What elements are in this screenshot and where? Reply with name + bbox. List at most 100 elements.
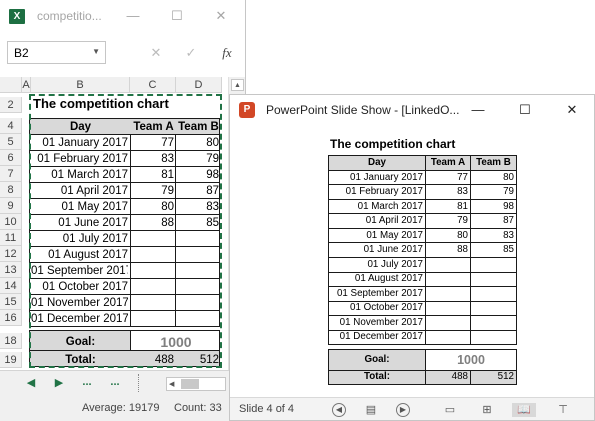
row-header-13[interactable]: 13 — [0, 262, 22, 278]
row-header-16[interactable]: 16 — [0, 310, 22, 326]
excel-team-b-cell[interactable] — [176, 311, 219, 327]
excel-team-b-cell[interactable]: 85 — [176, 215, 219, 231]
row-header-12[interactable]: 12 — [0, 246, 22, 262]
excel-team-a-cell[interactable]: 80 — [131, 199, 174, 215]
excel-total-team-b[interactable]: 512 — [176, 352, 219, 368]
excel-day-cell[interactable]: 01 January 2017 — [31, 135, 128, 151]
more-sheets-left[interactable]: ... — [80, 376, 94, 388]
excel-header-day[interactable]: Day — [31, 119, 130, 135]
excel-team-a-cell[interactable] — [131, 279, 174, 295]
chevron-down-icon[interactable]: ▼ — [92, 47, 100, 56]
previous-slide-icon[interactable]: ◀ — [332, 403, 346, 417]
powerpoint-close-button[interactable]: ✕ — [563, 102, 581, 118]
excel-minimize-button[interactable]: — — [124, 8, 142, 24]
more-sheets-right[interactable]: ... — [108, 376, 122, 388]
excel-restore-button[interactable]: ☐ — [168, 8, 186, 24]
excel-goal-label[interactable]: Goal: — [31, 333, 130, 352]
name-box[interactable]: B2 ▼ — [7, 41, 106, 64]
excel-team-b-cell[interactable]: 87 — [176, 183, 219, 199]
insert-function-button[interactable]: fx — [218, 44, 236, 62]
excel-team-a-cell[interactable]: 77 — [131, 135, 174, 151]
excel-team-b-cell[interactable]: 98 — [176, 167, 219, 183]
excel-team-b-cell[interactable] — [176, 247, 219, 263]
scroll-up-icon[interactable]: ▲ — [231, 79, 244, 91]
excel-team-a-cell[interactable] — [131, 231, 174, 247]
row-header-18[interactable]: 18 — [0, 333, 22, 349]
excel-day-cell[interactable]: 01 May 2017 — [31, 199, 129, 215]
slide-day-cell: 01 March 2017 — [357, 200, 423, 212]
excel-team-a-cell[interactable] — [131, 247, 174, 263]
excel-day-cell[interactable]: 01 February 2017 — [31, 151, 128, 167]
excel-total-team-a[interactable]: 488 — [131, 352, 174, 368]
column-header-d[interactable]: D — [176, 77, 222, 93]
powerpoint-restore-button[interactable]: ☐ — [516, 102, 534, 118]
excel-team-b-cell[interactable]: 80 — [176, 135, 219, 151]
excel-team-a-cell[interactable]: 83 — [131, 151, 174, 167]
excel-team-a-cell[interactable] — [131, 295, 174, 311]
cancel-formula-button[interactable]: ✕ — [147, 44, 165, 62]
column-header-c[interactable]: C — [130, 77, 176, 93]
excel-day-cell[interactable]: 01 November 2017 — [31, 295, 128, 311]
row-header-11[interactable]: 11 — [0, 230, 22, 246]
excel-team-b-cell[interactable] — [176, 231, 219, 247]
next-sheet-icon[interactable]: ▶ — [52, 376, 66, 389]
excel-team-a-cell[interactable] — [131, 263, 174, 279]
excel-header-team-a[interactable]: Team A — [131, 119, 176, 135]
excel-goal-value[interactable]: 1000 — [131, 331, 221, 353]
excel-day-cell[interactable]: 01 December 2017 — [31, 311, 128, 327]
slide-show-icon[interactable]: ⊤ — [554, 403, 572, 417]
excel-day-cell[interactable]: 01 August 2017 — [31, 247, 128, 263]
excel-close-button[interactable]: ✕ — [212, 8, 230, 24]
row-header-4[interactable]: 4 — [0, 118, 22, 134]
slide-menu-icon[interactable]: ▤ — [362, 403, 380, 417]
excel-day-cell[interactable]: 01 July 2017 — [31, 231, 128, 247]
excel-status-bar: Average: 19179 Count: 33 — [0, 396, 245, 421]
excel-day-cell[interactable]: 01 September 2017 — [31, 263, 128, 279]
horizontal-scroll-thumb[interactable] — [181, 379, 199, 389]
excel-day-cell[interactable]: 01 April 2017 — [31, 183, 128, 199]
row-header-8[interactable]: 8 — [0, 182, 22, 198]
excel-chart-title[interactable]: The competition chart — [33, 96, 169, 112]
scroll-left-icon[interactable]: ◀ — [169, 380, 174, 388]
powerpoint-minimize-button[interactable]: — — [469, 102, 487, 118]
tab-splitter[interactable] — [138, 374, 140, 392]
slide-day-cell: 01 June 2017 — [363, 244, 423, 255]
row-header-6[interactable]: 6 — [0, 150, 22, 166]
excel-team-a-cell[interactable]: 79 — [131, 183, 174, 199]
excel-team-a-cell[interactable]: 81 — [131, 167, 174, 183]
select-all-corner[interactable] — [0, 77, 22, 93]
row-header-15[interactable]: 15 — [0, 294, 22, 310]
row-header-10[interactable]: 10 — [0, 214, 22, 230]
excel-team-b-cell[interactable]: 83 — [176, 199, 219, 215]
excel-day-cell[interactable]: 01 March 2017 — [31, 167, 128, 183]
excel-header-team-b[interactable]: Team B — [176, 119, 221, 135]
previous-sheet-icon[interactable]: ◀ — [24, 376, 38, 389]
name-box-value: B2 — [14, 46, 29, 60]
row-header-14[interactable]: 14 — [0, 278, 22, 294]
row-header-7[interactable]: 7 — [0, 166, 22, 182]
row-header-5[interactable]: 5 — [0, 134, 22, 150]
reading-view-icon[interactable]: 📖 — [512, 403, 536, 417]
excel-total-label[interactable]: Total: — [31, 352, 130, 368]
horizontal-scrollbar[interactable]: ◀ — [166, 377, 226, 391]
enter-formula-button[interactable]: ✓ — [182, 44, 200, 62]
excel-day-cell[interactable]: 01 June 2017 — [31, 215, 128, 231]
next-slide-icon[interactable]: ▶ — [396, 403, 410, 417]
row-header-9[interactable]: 9 — [0, 198, 22, 214]
slide-day-cell: 01 January 2017 — [350, 171, 423, 183]
column-header-b[interactable]: B — [31, 77, 130, 93]
row-header-19[interactable]: 19 — [0, 352, 22, 368]
excel-team-b-cell[interactable] — [176, 279, 219, 295]
excel-team-a-cell[interactable]: 88 — [131, 215, 174, 231]
excel-team-b-cell[interactable]: 79 — [176, 151, 219, 167]
row-header-2[interactable]: 2 — [0, 97, 22, 113]
excel-team-a-cell[interactable] — [131, 311, 174, 327]
column-header-a[interactable]: A — [22, 77, 31, 93]
slide-sorter-icon[interactable]: ⊞ — [478, 403, 496, 417]
normal-view-icon[interactable]: ▭ — [441, 403, 459, 417]
slide-team-a-cell: 79 — [457, 215, 468, 226]
excel-team-b-cell[interactable] — [176, 295, 219, 311]
excel-window: X competitio... — ☐ ✕ B2 ▼ ✕ ✓ fx A B C … — [0, 0, 246, 421]
excel-team-b-cell[interactable] — [176, 263, 219, 279]
excel-day-cell[interactable]: 01 October 2017 — [31, 279, 128, 295]
